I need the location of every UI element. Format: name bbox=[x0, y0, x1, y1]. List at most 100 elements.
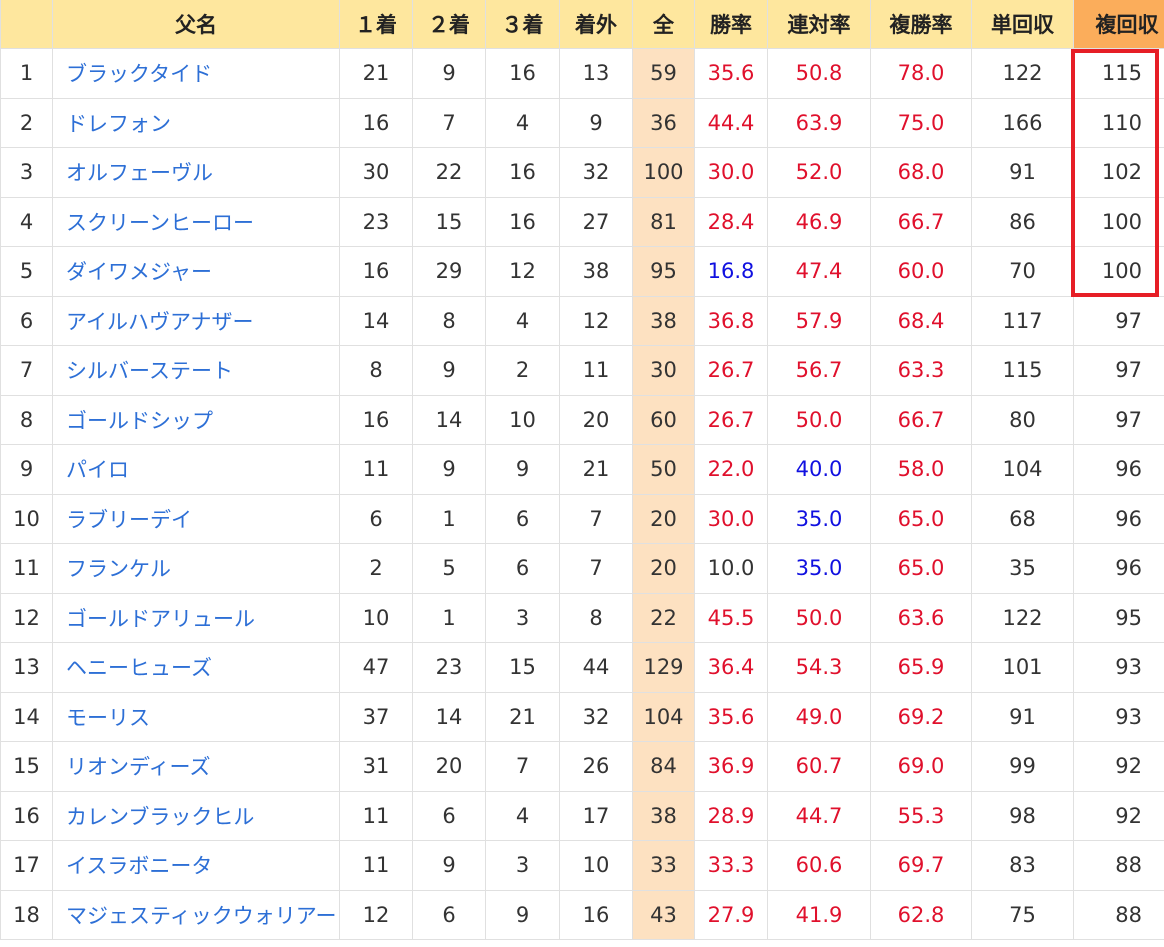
sire-name-link[interactable]: イスラボニータ bbox=[66, 854, 212, 878]
total-cell: 81 bbox=[632, 196, 695, 247]
show-return-cell: 96 bbox=[1073, 493, 1164, 544]
sire-name-link[interactable]: ゴールドシップ bbox=[66, 409, 213, 433]
show-rate-cell: 65.0 bbox=[870, 493, 972, 544]
second-cell: 1 bbox=[412, 592, 486, 643]
sire-name-cell: ブラックタイド bbox=[52, 48, 340, 99]
show-rate-cell: 63.3 bbox=[870, 345, 972, 396]
win-return-cell: 83 bbox=[971, 840, 1074, 891]
table-row: 12 ゴールドアリュール 10 1 3 8 22 45.5 50.0 63.6 122 95 bbox=[0, 592, 1164, 643]
header-show-return[interactable]: 複回収 bbox=[1073, 0, 1164, 49]
sire-name-link[interactable]: リオンディーズ bbox=[66, 755, 210, 779]
table-row: 7 シルバーステート 8 9 2 11 30 26.7 56.7 63.3 115 97 bbox=[0, 345, 1164, 396]
header-quinella-rate[interactable]: 連対率 bbox=[767, 0, 871, 49]
win-rate-cell: 27.9 bbox=[694, 889, 768, 940]
second-cell: 9 bbox=[412, 345, 486, 396]
total-cell: 50 bbox=[632, 444, 695, 495]
rank-cell: 7 bbox=[0, 345, 53, 396]
sire-name-link[interactable]: ブラックタイド bbox=[66, 62, 212, 86]
out-cell: 8 bbox=[559, 592, 633, 643]
win-rate-cell: 45.5 bbox=[694, 592, 768, 643]
quinella-rate-cell: 60.6 bbox=[767, 840, 871, 891]
table-row: 16 カレンブラックヒル 11 6 4 17 38 28.9 44.7 55.3 98 92 bbox=[0, 790, 1164, 841]
win-return-cell: 166 bbox=[971, 97, 1074, 148]
show-return-cell: 92 bbox=[1073, 790, 1164, 841]
first-cell: 16 bbox=[339, 394, 413, 445]
table-row: 2 ドレフォン 16 7 4 9 36 44.4 63.9 75.0 166 110 bbox=[0, 97, 1164, 148]
sire-name-link[interactable]: ゴールドアリュール bbox=[66, 607, 255, 631]
second-cell: 9 bbox=[412, 48, 486, 99]
total-cell: 36 bbox=[632, 97, 695, 148]
second-cell: 9 bbox=[412, 840, 486, 891]
table-row: 5 ダイワメジャー 16 29 12 38 95 16.8 47.4 60.0 70 100 bbox=[0, 246, 1164, 297]
out-cell: 27 bbox=[559, 196, 633, 247]
quinella-rate-cell: 52.0 bbox=[767, 147, 871, 198]
sire-name-link[interactable]: ヘニーヒューズ bbox=[66, 656, 212, 680]
sire-name-link[interactable]: ダイワメジャー bbox=[66, 260, 212, 284]
header-rank[interactable] bbox=[0, 0, 53, 49]
header-out[interactable]: 着外 bbox=[559, 0, 633, 49]
sire-name-cell: リオンディーズ bbox=[52, 741, 340, 792]
sire-name-link[interactable]: オルフェーヴル bbox=[66, 161, 213, 185]
total-cell: 33 bbox=[632, 840, 695, 891]
show-rate-cell: 69.2 bbox=[870, 691, 972, 742]
win-rate-cell: 30.0 bbox=[694, 493, 768, 544]
show-rate-cell: 78.0 bbox=[870, 48, 972, 99]
third-cell: 6 bbox=[485, 543, 560, 594]
second-cell: 14 bbox=[412, 394, 486, 445]
sire-name-link[interactable]: フランケル bbox=[66, 557, 171, 581]
sire-name-link[interactable]: マジェスティックウォリアー bbox=[66, 904, 336, 928]
sire-name-link[interactable]: モーリス bbox=[66, 706, 150, 730]
show-return-cell: 100 bbox=[1073, 196, 1164, 247]
second-cell: 6 bbox=[412, 790, 486, 841]
first-cell: 11 bbox=[339, 840, 413, 891]
rank-cell: 4 bbox=[0, 196, 53, 247]
sire-name-link[interactable]: アイルハヴアナザー bbox=[66, 310, 254, 334]
quinella-rate-cell: 54.3 bbox=[767, 642, 871, 693]
win-return-cell: 99 bbox=[971, 741, 1074, 792]
sire-name-link[interactable]: スクリーンヒーロー bbox=[66, 211, 254, 235]
first-cell: 37 bbox=[339, 691, 413, 742]
sire-name-link[interactable]: ドレフォン bbox=[66, 112, 171, 136]
first-cell: 16 bbox=[339, 97, 413, 148]
rank-cell: 5 bbox=[0, 246, 53, 297]
header-win-return[interactable]: 単回収 bbox=[971, 0, 1074, 49]
out-cell: 10 bbox=[559, 840, 633, 891]
show-rate-cell: 62.8 bbox=[870, 889, 972, 940]
show-rate-cell: 58.0 bbox=[870, 444, 972, 495]
sire-name-link[interactable]: シルバーステート bbox=[66, 359, 233, 383]
third-cell: 10 bbox=[485, 394, 560, 445]
header-first[interactable]: １着 bbox=[339, 0, 413, 49]
sire-name-cell: フランケル bbox=[52, 543, 340, 594]
first-cell: 6 bbox=[339, 493, 413, 544]
quinella-rate-cell: 63.9 bbox=[767, 97, 871, 148]
header-win-rate[interactable]: 勝率 bbox=[694, 0, 768, 49]
rank-cell: 13 bbox=[0, 642, 53, 693]
total-cell: 60 bbox=[632, 394, 695, 445]
show-return-cell: 92 bbox=[1073, 741, 1164, 792]
total-cell: 38 bbox=[632, 295, 695, 346]
quinella-rate-cell: 41.9 bbox=[767, 889, 871, 940]
rank-cell: 14 bbox=[0, 691, 53, 742]
out-cell: 7 bbox=[559, 543, 633, 594]
out-cell: 13 bbox=[559, 48, 633, 99]
second-cell: 6 bbox=[412, 889, 486, 940]
third-cell: 4 bbox=[485, 295, 560, 346]
header-total[interactable]: 全 bbox=[632, 0, 695, 49]
win-rate-cell: 26.7 bbox=[694, 345, 768, 396]
out-cell: 32 bbox=[559, 147, 633, 198]
quinella-rate-cell: 47.4 bbox=[767, 246, 871, 297]
sire-name-cell: アイルハヴアナザー bbox=[52, 295, 340, 346]
first-cell: 11 bbox=[339, 444, 413, 495]
sire-name-link[interactable]: パイロ bbox=[66, 458, 129, 482]
win-return-cell: 122 bbox=[971, 48, 1074, 99]
second-cell: 14 bbox=[412, 691, 486, 742]
header-show-rate[interactable]: 複勝率 bbox=[870, 0, 972, 49]
sire-name-link[interactable]: ラブリーデイ bbox=[66, 508, 192, 532]
rank-cell: 12 bbox=[0, 592, 53, 643]
header-third[interactable]: ３着 bbox=[485, 0, 560, 49]
table-row: 18 マジェスティックウォリアー 12 6 9 16 43 27.9 41.9 62.8 75 88 bbox=[0, 889, 1164, 940]
header-name[interactable]: 父名 bbox=[52, 0, 340, 49]
first-cell: 8 bbox=[339, 345, 413, 396]
header-second[interactable]: ２着 bbox=[412, 0, 486, 49]
sire-name-link[interactable]: カレンブラックヒル bbox=[66, 805, 254, 829]
